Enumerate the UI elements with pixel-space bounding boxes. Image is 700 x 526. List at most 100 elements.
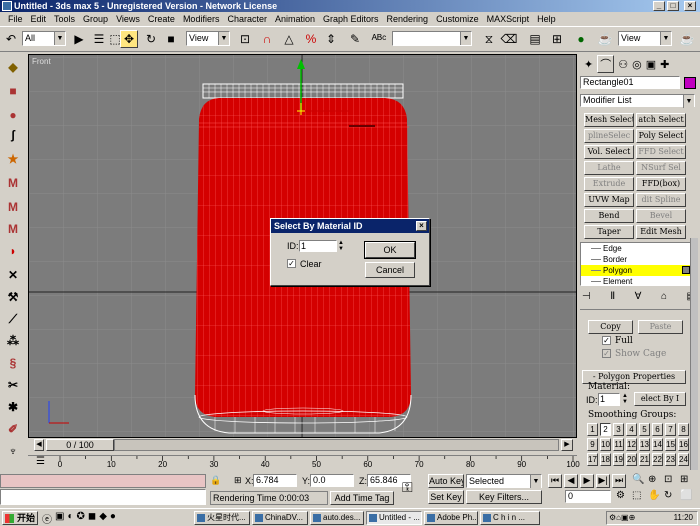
modifier-button-4[interactable]: Poly Select [636, 129, 686, 143]
copy-button[interactable]: Copy [588, 320, 633, 334]
show-cage-checkbox[interactable]: ✓ [602, 349, 611, 358]
modifier-button-1[interactable]: Mesh Select [584, 113, 634, 127]
modifier-m-icon[interactable]: M [3, 219, 23, 239]
track-bar[interactable]: ☰ 0 10 20 30 40 50 60 70 80 90 100 [28, 455, 580, 472]
smoothing-group-1[interactable]: 1 [587, 423, 598, 436]
app-icon-4[interactable]: ◆ [99, 511, 107, 525]
taskbar-task-6[interactable]: C h i n ... [480, 511, 540, 525]
menu-item-create[interactable]: Create [144, 12, 179, 26]
smoothing-group-15[interactable]: 15 [665, 438, 676, 451]
remove-modifier-icon[interactable]: ⌂ [661, 291, 667, 303]
make-unique-icon[interactable]: ∀ [635, 291, 642, 303]
dialog-id-spinner[interactable]: ▲ ▼ [337, 240, 345, 252]
object-color-swatch[interactable] [684, 77, 696, 89]
particle-icon[interactable]: ✱ [3, 397, 23, 417]
taskbar-task-4[interactable]: Untitled - ... [366, 511, 422, 525]
spinner-snap-icon[interactable]: ⇕ [322, 30, 340, 48]
modifier-button-7[interactable]: Lathe [584, 161, 634, 175]
menu-item-rendering[interactable]: Rendering [383, 12, 433, 26]
select-by-id-button[interactable]: elect By I [634, 392, 686, 406]
lips-icon[interactable]: ◗ [3, 241, 23, 261]
modifier-stack[interactable]: Edge Border Polygon Element [580, 242, 695, 286]
track-view-icon[interactable]: ▤ [526, 30, 544, 48]
cube-icon[interactable]: ■ [3, 81, 23, 101]
modifier-button-2[interactable]: atch Select [636, 113, 686, 127]
current-frame-field[interactable]: 0 [565, 490, 611, 503]
link-icon[interactable]: ⟋ [3, 309, 23, 329]
display-tab-icon[interactable]: ▣ [646, 58, 656, 71]
smoothing-group-3[interactable]: 3 [613, 423, 624, 436]
taskbar-task-3[interactable]: auto.des... [310, 511, 364, 525]
smoothing-group-10[interactable]: 10 [600, 438, 611, 451]
explorer-icon[interactable]: ▣ [55, 511, 64, 525]
play-icon[interactable]: ▶ [580, 474, 594, 488]
smoothing-group-20[interactable]: 20 [626, 453, 637, 466]
snap-icon[interactable]: ∩ [258, 30, 276, 48]
go-to-start-icon[interactable]: ⏮ [548, 474, 562, 488]
smoothing-group-11[interactable]: 11 [613, 438, 624, 451]
clear-checkbox[interactable]: ✓ [287, 259, 296, 268]
hierarchy-tab-icon[interactable]: ⚇ [618, 58, 628, 71]
selection-filter-dropdown[interactable]: All ▼ [22, 31, 66, 46]
time-next-icon[interactable]: ▶ [561, 439, 573, 451]
modifier-button-14[interactable]: Bevel [636, 209, 686, 223]
brush-icon[interactable]: ✐ [3, 419, 23, 439]
cancel-button[interactable]: Cancel [365, 262, 415, 278]
rotate-icon[interactable]: ↻ [142, 30, 160, 48]
menu-item-character[interactable]: Character [223, 12, 271, 26]
named-selection-dropdown[interactable]: ▼ [392, 31, 472, 46]
modifier-button-8[interactable]: NSurf Sel [636, 161, 686, 175]
utilities-tab-icon[interactable]: ✚ [660, 58, 669, 71]
smoothing-group-12[interactable]: 12 [626, 438, 637, 451]
time-config-icon[interactable]: ⚙ [616, 490, 630, 503]
modify-tab-icon[interactable]: ⌒ [597, 55, 615, 73]
spring-icon[interactable]: § [3, 353, 23, 373]
x-coord-field[interactable]: 6.784 [253, 474, 297, 487]
time-prev-icon[interactable]: ◀ [34, 439, 44, 451]
select-object-icon[interactable]: ▶ [70, 30, 88, 48]
maximize-button[interactable]: □ [667, 1, 679, 11]
smoothing-group-4[interactable]: 4 [626, 423, 637, 436]
stack-item-edge[interactable]: Edge [581, 243, 694, 254]
modifier-button-3[interactable]: plineSelec [584, 129, 634, 143]
smoothing-group-16[interactable]: 16 [678, 438, 689, 451]
auto-key-button[interactable]: Auto Key [428, 474, 464, 488]
modifier-button-11[interactable]: UVW Map [584, 193, 634, 207]
dialog-id-input[interactable]: 1 [299, 240, 337, 252]
menu-item-modifiers[interactable]: Modifiers [179, 12, 224, 26]
smoothing-group-8[interactable]: 8 [678, 423, 689, 436]
pin-stack-icon[interactable]: ⊣ [582, 291, 591, 303]
ok-button[interactable]: OK [364, 241, 416, 259]
material-editor-icon[interactable]: ● [572, 30, 590, 48]
align-icon[interactable]: ⌫ [500, 30, 518, 48]
pivot-icon[interactable]: ⊡ [236, 30, 254, 48]
smoothing-group-22[interactable]: 22 [652, 453, 663, 466]
smoothing-group-14[interactable]: 14 [652, 438, 663, 451]
menu-item-graph-editors[interactable]: Graph Editors [319, 12, 383, 26]
key-icon[interactable]: ⚿ [402, 479, 424, 499]
stack-item-polygon[interactable]: Polygon [581, 265, 694, 276]
smoothing-group-17[interactable]: 17 [587, 453, 598, 466]
time-slider-track[interactable] [114, 439, 559, 451]
y-coord-field[interactable]: 0.0 [310, 474, 354, 487]
maximize-viewport-icon[interactable]: ⬜ [680, 490, 696, 506]
paste-button[interactable]: Paste [638, 320, 683, 334]
full-checkbox[interactable]: ✓ [602, 336, 611, 345]
arc-rotate-icon[interactable]: ↻ [664, 490, 680, 506]
scale-icon[interactable]: ■ [162, 30, 180, 48]
quick-render-icon[interactable]: ☕ [678, 30, 696, 48]
mirror-icon[interactable]: ⧖ [480, 30, 498, 48]
maxscript-listener-white[interactable] [0, 489, 206, 505]
next-frame-icon[interactable]: ▶| [596, 474, 610, 488]
set-key-button[interactable]: Set Key [428, 490, 464, 504]
menu-item-tools[interactable]: Tools [50, 12, 79, 26]
smoothing-group-6[interactable]: 6 [652, 423, 663, 436]
modifier-button-13[interactable]: Bend [584, 209, 634, 223]
smoothing-group-19[interactable]: 19 [613, 453, 624, 466]
zoom-extents-icon[interactable]: ⊡ [664, 474, 680, 490]
ref-coord-dropdown[interactable]: View ▼ [186, 31, 230, 46]
modifier-button-6[interactable]: FFD Select [636, 145, 686, 159]
close-button[interactable]: × [684, 1, 696, 11]
key-filters-button[interactable]: Key Filters... [466, 490, 542, 504]
taskbar-task-2[interactable]: ChinaDV... [252, 511, 308, 525]
